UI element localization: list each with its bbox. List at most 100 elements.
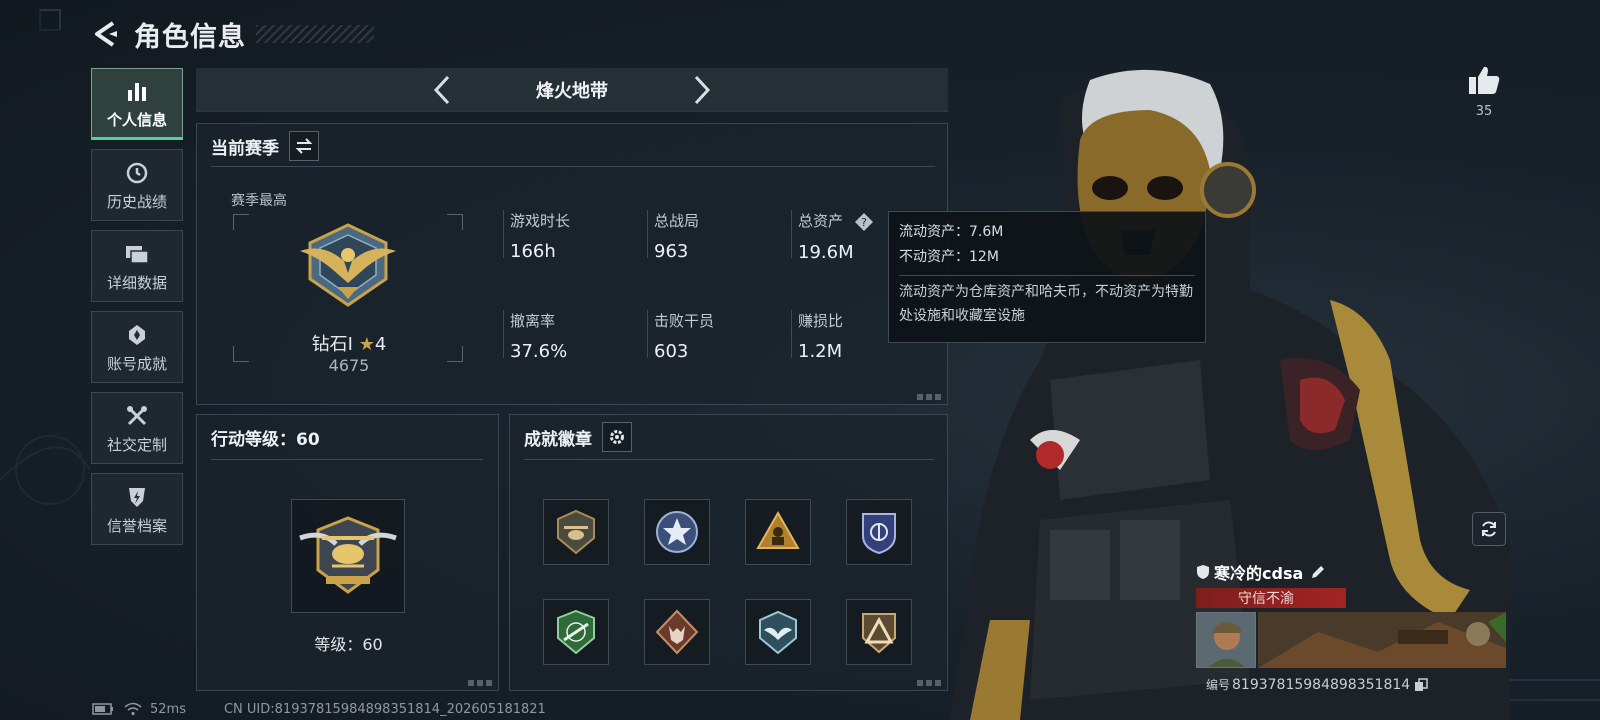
avatar[interactable] (1196, 612, 1256, 668)
sidebar-item-label: 账号成就 (106, 354, 167, 373)
player-title: 守信不渝 (1238, 591, 1294, 607)
sidebar-item-social[interactable]: 社交定制 (91, 392, 183, 464)
sidebar-item-label: 详细数据 (106, 273, 167, 292)
rank-emblem-icon (300, 223, 396, 307)
stat-extract-rate: 撤离率 37.6% (503, 310, 567, 362)
rank-score: 4675 (328, 356, 370, 375)
season-title: 当前赛季 (211, 138, 279, 159)
uid-text: CN UID:8193781598489835181​4_20260518182… (223, 701, 546, 717)
page-header: 角色信息 (88, 14, 374, 54)
mode-title: 烽火地带 (536, 80, 608, 102)
season-divider (211, 166, 935, 167)
player-name: 寒冷的cdsa (1214, 564, 1304, 583)
thumbs-up-icon (1469, 66, 1500, 94)
sidebar-item-achievements[interactable]: 账号成就 (91, 311, 183, 383)
sidebar-item-history[interactable]: 历史战绩 (91, 149, 183, 221)
level-badge (291, 499, 405, 613)
sidebar-item-details[interactable]: 详细数据 (91, 230, 183, 302)
swap-icon (295, 138, 313, 154)
achievement-icon (129, 324, 145, 345)
season-header: 当前赛季 (211, 130, 319, 162)
help-icon[interactable]: ? (854, 212, 874, 232)
title-decoration (256, 25, 374, 43)
stat-label: 总战局 (654, 212, 700, 230)
season-best-label: 赛季最高 (231, 193, 287, 209)
player-card: 寒冷的cdsa 守信不渝 编号 8193781598489835181​4 (1196, 560, 1506, 700)
sidebar-item-credit[interactable]: 信誉档案 (91, 473, 183, 545)
player-banner (1258, 612, 1506, 668)
stat-label: 击败干员 (654, 312, 715, 330)
chevron-left-icon (433, 75, 450, 104)
player-id: 8193781598489835181​4 (1232, 676, 1411, 693)
stat-value: 19.6M (798, 241, 854, 263)
sidebar-item-label: 信誉档案 (106, 516, 167, 535)
badge-triangle[interactable] (846, 599, 912, 665)
stat-label: 撤离率 (510, 312, 556, 330)
panel-corner-decoration (917, 680, 941, 686)
sidebar: 个人信息 历史战绩 详细数据 账号成就 社交定制 信誉档案 (91, 68, 183, 554)
stat-value: 37.6% (510, 341, 568, 362)
mode-selector: 烽火地带 (196, 68, 948, 112)
badge-helicopter[interactable] (543, 499, 609, 565)
badges-title: 成就徽章 (524, 429, 592, 450)
stat-label: 游戏时长 (510, 212, 571, 230)
copy-icon[interactable] (1414, 677, 1428, 692)
badge-star[interactable] (644, 499, 710, 565)
wings-badge-icon (759, 610, 797, 655)
tooltip-note: 流动资产为仓库资产和哈夫币，不动资产为特勤处设施和收藏室设施 (899, 284, 1193, 324)
season-panel: 当前赛季 赛季最高 钻石Ⅰ ★4 4675 游戏时长 166h 总战局 963 … (196, 123, 948, 405)
tooltip-liquid-assets: 流动资产：7.6M (899, 224, 1004, 240)
stat-label-row: 总资产 ? (798, 210, 874, 232)
stat-total-assets: 总资产 ? 19.6M (791, 210, 874, 263)
action-level-title: 行动等级：60 (211, 429, 320, 450)
star-badge-icon (656, 511, 698, 553)
rank-stars: 4 (374, 334, 387, 355)
badge-shield[interactable] (846, 499, 912, 565)
stat-value: 963 (654, 241, 689, 262)
edit-icon[interactable] (1309, 563, 1327, 581)
season-switch-button[interactable] (289, 131, 319, 161)
badge-rifle[interactable] (543, 599, 609, 665)
svg-text:?: ? (861, 216, 867, 229)
player-title-tag: 守信不渝 (1196, 588, 1346, 608)
rank-name: 钻石Ⅰ (311, 334, 353, 355)
mode-prev-button[interactable] (422, 70, 462, 110)
stat-operators-defeated: 击败干员 603 (647, 310, 715, 362)
stat-play-time: 游戏时长 166h (503, 210, 571, 262)
gear-icon (610, 430, 624, 444)
battery-icon (92, 703, 113, 715)
tooltip-divider (899, 275, 1195, 276)
rank-name-row: 钻石Ⅰ ★4 (197, 330, 501, 356)
back-arrow-icon (95, 21, 117, 47)
stat-value: 166h (510, 241, 556, 262)
rotate-model-button[interactable] (1472, 512, 1506, 546)
refresh-icon (1482, 521, 1496, 537)
achievement-badges-panel: 成就徽章 (509, 414, 948, 691)
badge-wolf[interactable] (644, 599, 710, 665)
sidebar-item-personal-info[interactable]: 个人信息 (91, 68, 183, 140)
like-count: 35 (1475, 104, 1493, 119)
wifi-icon (124, 702, 142, 716)
badge-triangle-soldier[interactable] (745, 499, 811, 565)
tools-icon (127, 405, 147, 425)
wolf-badge-icon (655, 609, 699, 655)
assets-tooltip: 流动资产：7.6M 不动资产：12M 流动资产为仓库资产和哈夫币，不动资产为特勤… (888, 211, 1206, 343)
mode-next-button[interactable] (682, 70, 722, 110)
shield-icon (1197, 565, 1209, 579)
level-value: 等级：60 (314, 635, 383, 654)
clock-icon (126, 162, 148, 183)
panel-corner-decoration (917, 394, 941, 400)
badge-settings-button[interactable] (602, 422, 632, 452)
stat-profit-ratio: 赚损比 1.2M (791, 310, 843, 362)
triangle-soldier-badge-icon (756, 510, 800, 549)
stat-total-matches: 总战局 963 (647, 210, 700, 262)
badges-divider (524, 459, 934, 460)
lightning-shield-icon (129, 487, 145, 507)
bar-chart-icon (128, 82, 146, 101)
shield-badge-icon (862, 513, 896, 555)
stat-value: 1.2M (798, 341, 843, 362)
like-button[interactable]: 35 (1464, 64, 1504, 119)
badge-wings[interactable] (745, 599, 811, 665)
sidebar-item-label: 个人信息 (106, 110, 167, 129)
back-button[interactable] (88, 16, 124, 52)
